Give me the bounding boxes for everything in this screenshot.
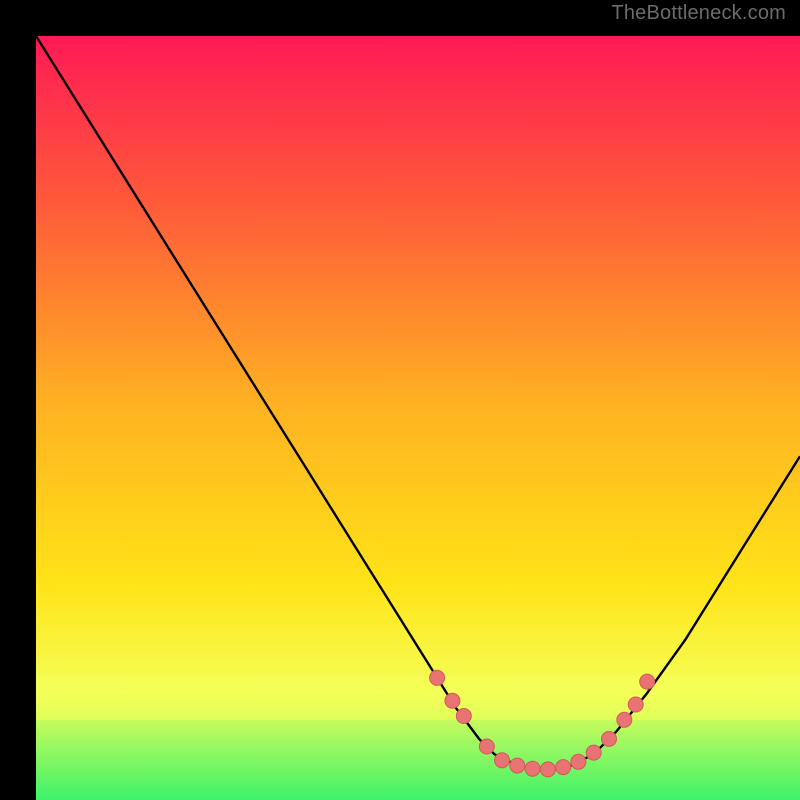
data-point xyxy=(571,754,586,769)
data-point xyxy=(586,745,601,760)
data-point xyxy=(540,762,555,777)
data-point xyxy=(495,753,510,768)
data-point xyxy=(556,760,571,775)
data-point xyxy=(445,693,460,708)
data-point xyxy=(602,731,617,746)
plot-area xyxy=(36,36,800,800)
data-point xyxy=(640,674,655,689)
chart-svg xyxy=(36,36,800,800)
data-point xyxy=(525,761,540,776)
data-point xyxy=(510,758,525,773)
data-point xyxy=(430,670,445,685)
chart-frame xyxy=(18,18,782,782)
data-point xyxy=(628,697,643,712)
data-point xyxy=(617,712,632,727)
watermark-text: TheBottleneck.com xyxy=(611,2,786,25)
data-point xyxy=(456,709,471,724)
data-point xyxy=(479,739,494,754)
highlight-band xyxy=(36,676,800,720)
